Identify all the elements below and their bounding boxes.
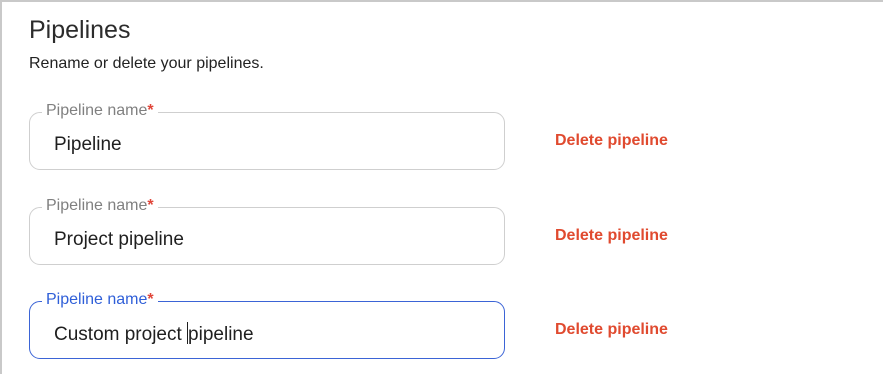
required-asterisk: * [147, 102, 154, 119]
pipeline-name-label: Pipeline name* [42, 101, 158, 121]
pipeline-row: Pipeline name* Project pipeline Delete p… [2, 196, 885, 269]
section-title: Pipelines [29, 16, 131, 44]
pipeline-name-value[interactable]: Project pipeline [54, 228, 184, 252]
value-after-caret: pipeline [188, 324, 254, 345]
required-asterisk: * [147, 291, 154, 308]
delete-pipeline-button[interactable]: Delete pipeline [555, 320, 668, 340]
pipeline-name-field[interactable]: Pipeline name* Project pipeline [29, 196, 505, 265]
section-subtitle: Rename or delete your pipelines. [29, 55, 264, 72]
pipeline-name-field[interactable]: Pipeline name* Pipeline [29, 101, 505, 170]
label-text: Pipeline name [46, 291, 148, 308]
label-text: Pipeline name [46, 197, 148, 214]
pipeline-name-value[interactable]: Pipeline [54, 133, 122, 157]
pipeline-row: Pipeline name* Pipeline Delete pipeline [2, 101, 885, 174]
pipeline-name-label: Pipeline name* [42, 290, 158, 310]
pipeline-name-label: Pipeline name* [42, 196, 158, 216]
delete-pipeline-button[interactable]: Delete pipeline [555, 226, 668, 246]
pipelines-panel: Pipelines Rename or delete your pipeline… [0, 0, 883, 374]
label-text: Pipeline name [46, 102, 148, 119]
delete-pipeline-button[interactable]: Delete pipeline [555, 131, 668, 151]
value-before-caret: Custom project [54, 324, 188, 345]
pipeline-row: Pipeline name* Custom project pipeline D… [2, 290, 885, 363]
required-asterisk: * [147, 197, 154, 214]
pipeline-name-field-focused[interactable]: Pipeline name* Custom project pipeline [29, 290, 505, 359]
pipeline-name-value[interactable]: Custom project pipeline [54, 322, 254, 347]
